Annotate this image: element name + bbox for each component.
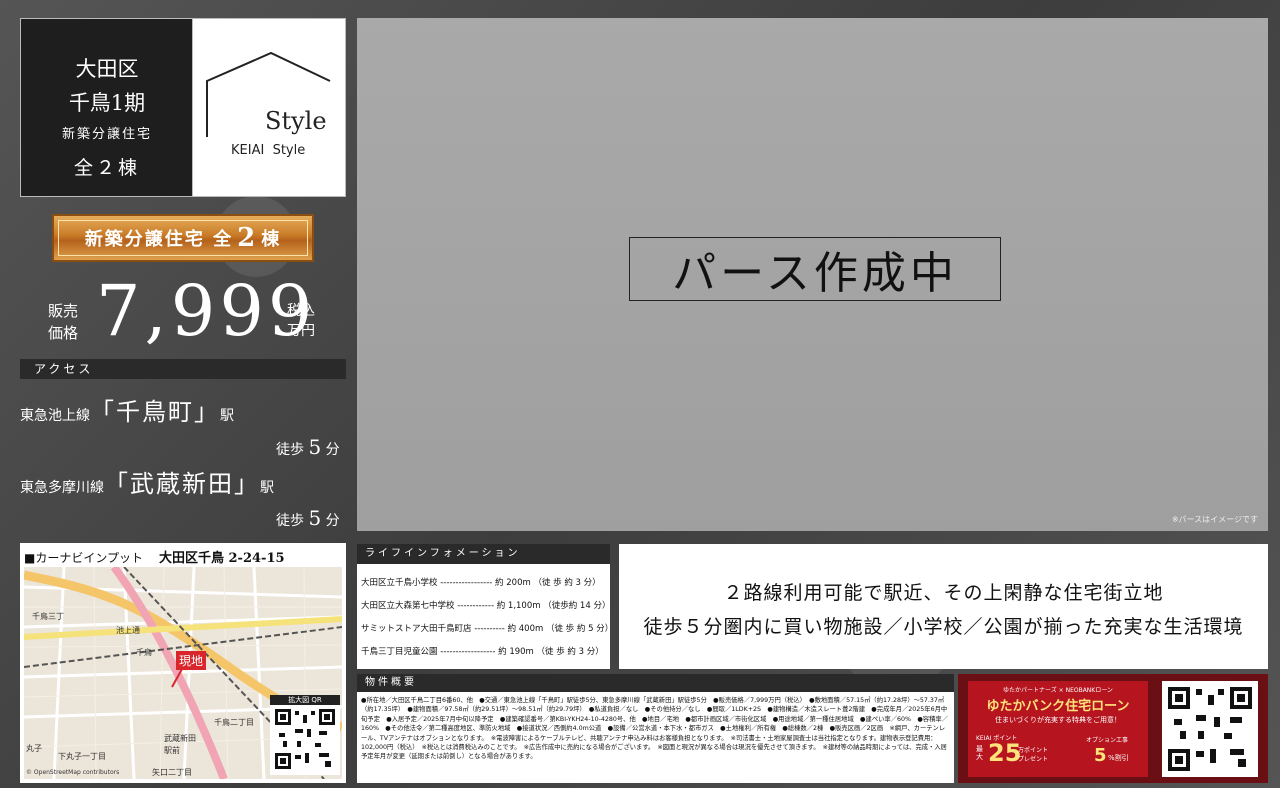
summary-body: ●所在地／大田区千鳥二丁目6番60、他 ●交通／東急池上線「千鳥町」駅徒歩5分、… [361,697,948,761]
walk-2-minutes: 5 [308,506,322,530]
home-loan-ad[interactable]: ゆたかパートナーズ × NEOBANKローン ゆたかバンク住宅ローン 住まいづく… [968,681,1148,777]
map-label: 千鳥三丁 [32,612,64,621]
map-label: 池上通 [116,626,140,635]
points-number: 25 [988,739,1022,767]
rendering-placeholder: パース作成中 ※パースはイメージです [357,18,1268,531]
walk-1-pre: 徒歩 [276,442,304,458]
ward-name: 大田区 [75,57,139,81]
unit-count: 全２棟 [73,157,140,179]
project-name: 千鳥1期 [68,91,146,115]
site-pin: 現地 [176,651,207,670]
map-label: 武蔵新田 [164,734,196,743]
station-2-open: 「 [104,470,130,498]
station-1-suffix: 駅 [220,408,234,424]
lifeline-heading: ライフインフォメーション [357,544,610,564]
walk-1-unit: 分 [325,442,340,458]
map-qr-box[interactable]: 拡大図 QR [270,695,340,775]
station-2-suffix: 駅 [260,480,274,496]
map-label: 矢口二丁目 [152,768,192,777]
rendering-note: ※パースはイメージです [1171,515,1258,524]
station-1-close: 」 [194,398,220,426]
price-unit-top: 税込 [287,303,315,319]
tagline-line-1: ２路線利用可能で駅近、その上閑静な住宅街立地 [723,582,1164,604]
lifeline-row: 千鳥三丁目児童公園 ------------------ 約 190m （徒 歩… [361,647,604,657]
keiai-style-logo: Style KEIAI Style [192,18,346,197]
map-qr-label: 拡大図 QR [270,695,340,705]
access-heading: アクセス [20,359,346,379]
bank-title: ゆたかバンク住宅ローン [986,699,1130,714]
map-panel: ■カーナビインプット 大田区千鳥 2-24-15 千鳥三丁 池上通 千鳥 千鳥二… [20,543,346,783]
qr-code-icon [275,709,335,769]
points-pre: 最大 [976,745,983,761]
car-nav-heading: ■カーナビインプット 大田区千鳥 2-24-15 [24,547,285,566]
lifeline-info-panel: ライフインフォメーション 大田区立千鳥小学校 -----------------… [357,544,614,669]
walk-2-pre: 徒歩 [276,513,304,529]
station-2: 東急多摩川線「武蔵新田」駅 [20,464,274,499]
points-gift: プレゼント [1018,756,1049,763]
lifeline-row: 大田区立大森第七中学校 ------------ 約 1,100m （徒歩約 1… [361,601,611,611]
station-1-open: 「 [90,398,116,426]
station-2-name: 武蔵新田 [130,470,234,498]
banner-suffix: 棟 [261,229,282,250]
lifeline-row: 大田区立千鳥小学校 ----------------- 約 200m （徒 歩 … [361,578,601,588]
station-2-walk: 徒歩 5 分 [276,506,340,530]
bank-qr-box[interactable] [1162,681,1258,777]
logo-brand-text: KEIAI Style [231,143,306,158]
walk-1-minutes: 5 [308,435,322,459]
points-unit: 万ポイント [1018,747,1049,754]
station-1-walk: 徒歩 5 分 [276,435,340,459]
summary-heading: 物件概要 [357,674,954,692]
price-label-bottom: 価格 [48,324,79,342]
option-unit: %割引 [1108,754,1129,762]
arrow-icon [171,669,183,688]
logo-style-text: Style [265,107,327,135]
station-1: 東急池上線「千鳥町」駅 [20,392,234,427]
walk-2-unit: 分 [325,513,340,529]
banner-number: 2 [237,223,258,253]
lifeline-row: サミットストア大田千鳥町店 ---------- 約 400m （徒 歩 約 5… [361,624,614,634]
rendering-in-progress-label: パース作成中 [629,237,1001,301]
car-nav-label: ■カーナビインプット [24,551,143,565]
property-type: 新築分譲住宅 [61,127,152,142]
tagline-panel: ２路線利用可能で駅近、その上閑静な住宅街立地 徒歩５分圏内に買い物施設／小学校／… [619,544,1268,669]
option-label: オプション工事 [1086,737,1129,744]
price-value: 7,999 [96,270,317,352]
property-summary-panel: 物件概要 ●所在地／大田区千鳥二丁目6番60、他 ●交通／東急池上線「千鳥町」駅… [357,674,954,783]
bank-subtitle: 住まいづくりが充実する特典をご用意！ [995,716,1121,724]
station-2-line: 東急多摩川線 [20,480,104,496]
map-label: 千鳥二丁目 [214,718,254,727]
option-number: 5 [1094,745,1107,766]
station-1-name: 千鳥町 [116,398,194,426]
banner-prefix: 新築分譲住宅 全 [84,229,234,250]
price-unit-bottom: 万円 [287,323,315,339]
price-label-top: 販売 [48,302,79,320]
bank-ad-panel: ゆたかパートナーズ × NEOBANKローン ゆたかバンク住宅ローン 住まいづく… [958,674,1268,783]
location-map[interactable]: 千鳥三丁 池上通 千鳥 千鳥二丁目 武蔵新田 駅前 矢口二丁目 丸子 下丸子一丁… [24,567,342,779]
bank-partners: ゆたかパートナーズ × NEOBANKローン [1003,687,1113,694]
map-label: 下丸子一丁目 [58,752,106,761]
new-homes-banner: 新築分譲住宅 全 2 棟 [52,214,314,262]
map-credit: © OpenStreetMap contributors [26,769,120,776]
station-1-line: 東急池上線 [20,408,90,424]
map-label: 千鳥 [136,648,152,657]
tagline-line-2: 徒歩５分圏内に買い物施設／小学校／公園が揃った充実な生活環境 [643,616,1244,638]
car-nav-address: 大田区千鳥 2-24-15 [158,551,285,566]
map-label: 丸子 [26,744,42,753]
title-box: 大田区 千鳥1期 新築分譲住宅 全２棟 [20,18,194,197]
station-2-close: 」 [234,470,260,498]
qr-code-icon [1168,687,1252,771]
map-label: 駅前 [164,746,180,755]
